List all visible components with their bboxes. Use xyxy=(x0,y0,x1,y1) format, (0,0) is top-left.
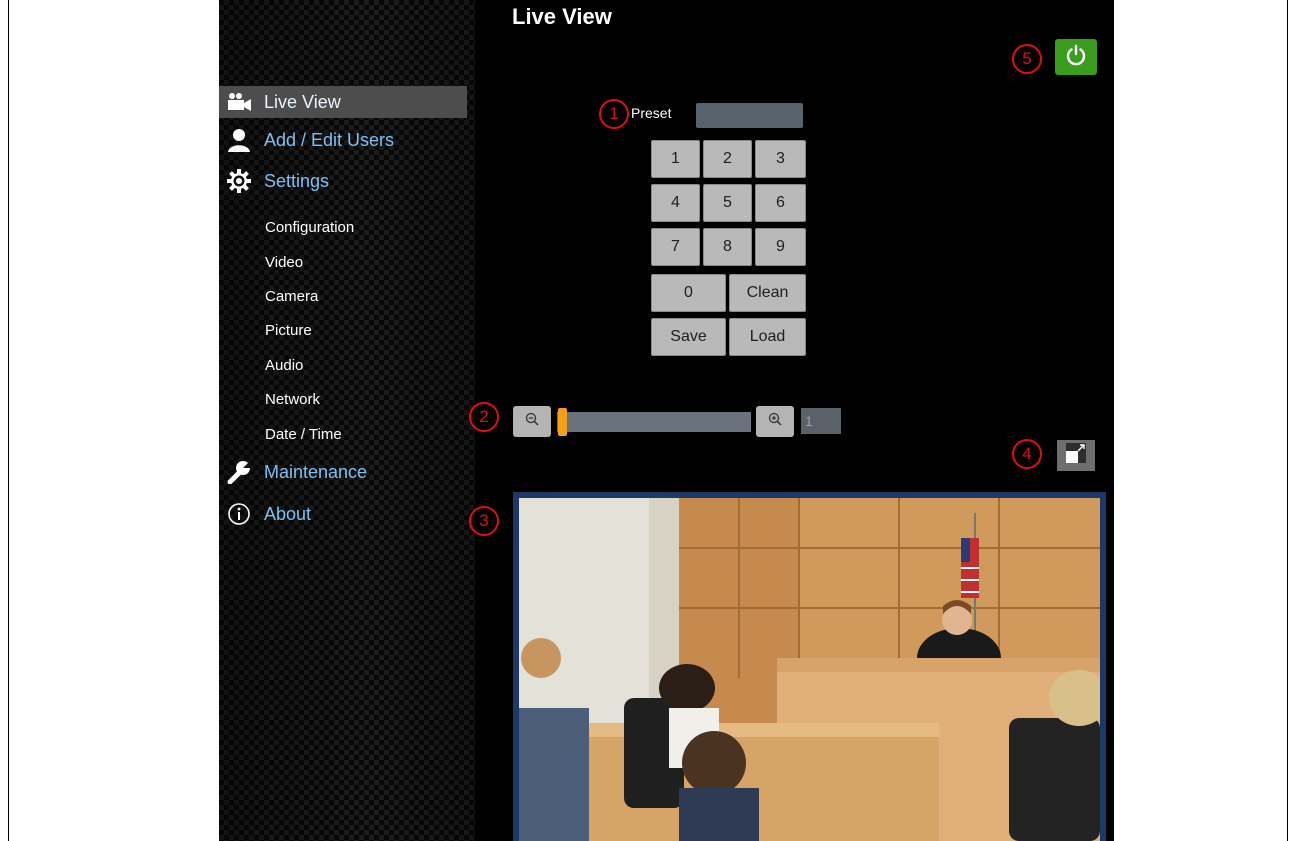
nav-settings[interactable]: Settings xyxy=(219,165,467,197)
callout-2: 2 xyxy=(469,402,499,432)
live-video-frame xyxy=(513,492,1106,841)
camera-web-ui: Live View Add / Edit Users Settings Conf… xyxy=(219,0,1114,841)
subnav-video[interactable]: Video xyxy=(265,254,303,271)
keypad-6-button[interactable]: 6 xyxy=(755,184,806,222)
nav-add-edit-users[interactable]: Add / Edit Users xyxy=(219,124,467,156)
wrench-icon xyxy=(222,456,256,488)
keypad-7-button[interactable]: 7 xyxy=(651,228,700,266)
nav-live-view[interactable]: Live View xyxy=(219,86,467,118)
zoom-in-button[interactable] xyxy=(756,406,794,437)
fullscreen-icon xyxy=(1065,442,1087,469)
callout-1: 1 xyxy=(599,99,629,129)
zoom-slider-track[interactable] xyxy=(557,412,751,432)
nav-label: Settings xyxy=(264,170,330,191)
subnav-audio[interactable]: Audio xyxy=(265,357,303,374)
gear-icon xyxy=(222,165,256,197)
keypad-1-button[interactable]: 1 xyxy=(651,140,700,178)
power-button[interactable] xyxy=(1055,39,1097,75)
page-title: Live View xyxy=(512,4,612,29)
zoom-value-field[interactable]: 1 xyxy=(801,408,841,434)
video-camera-icon xyxy=(222,86,256,118)
keypad-9-button[interactable]: 9 xyxy=(755,228,806,266)
load-preset-button[interactable]: Load xyxy=(729,318,806,356)
keypad-8-button[interactable]: 8 xyxy=(703,228,752,266)
subnav-date-time[interactable]: Date / Time xyxy=(265,426,342,443)
clean-button[interactable]: Clean xyxy=(729,274,806,312)
callout-3: 3 xyxy=(469,506,499,536)
preset-label: Preset xyxy=(631,105,672,121)
nav-about[interactable]: About xyxy=(219,498,467,530)
nav-label: About xyxy=(264,503,312,524)
keypad-0-button[interactable]: 0 xyxy=(651,274,726,312)
zoom-out-button[interactable] xyxy=(513,406,551,437)
user-icon xyxy=(222,124,256,156)
keypad-5-button[interactable]: 5 xyxy=(703,184,752,222)
keypad-3-button[interactable]: 3 xyxy=(755,140,806,178)
zoom-out-icon xyxy=(525,412,539,431)
zoom-slider-handle[interactable] xyxy=(558,408,567,436)
preset-input[interactable] xyxy=(696,103,803,128)
info-icon xyxy=(222,498,256,530)
callout-4: 4 xyxy=(1012,439,1042,469)
sidebar: Live View Add / Edit Users Settings Conf… xyxy=(219,0,475,841)
nav-maintenance[interactable]: Maintenance xyxy=(219,456,467,488)
power-icon xyxy=(1065,44,1087,71)
keypad-2-button[interactable]: 2 xyxy=(703,140,752,178)
keypad-4-button[interactable]: 4 xyxy=(651,184,700,222)
nav-label: Maintenance xyxy=(264,461,368,482)
subnav-network[interactable]: Network xyxy=(265,391,320,408)
zoom-in-icon xyxy=(768,412,782,431)
nav-label: Live View xyxy=(264,91,341,112)
save-preset-button[interactable]: Save xyxy=(651,318,726,356)
live-video-image[interactable] xyxy=(519,498,1100,841)
subnav-camera[interactable]: Camera xyxy=(265,288,318,305)
subnav-configuration[interactable]: Configuration xyxy=(265,219,354,236)
callout-5: 5 xyxy=(1012,44,1042,74)
nav-label: Add / Edit Users xyxy=(264,129,395,150)
subnav-picture[interactable]: Picture xyxy=(265,322,312,339)
fullscreen-button[interactable] xyxy=(1057,440,1095,471)
